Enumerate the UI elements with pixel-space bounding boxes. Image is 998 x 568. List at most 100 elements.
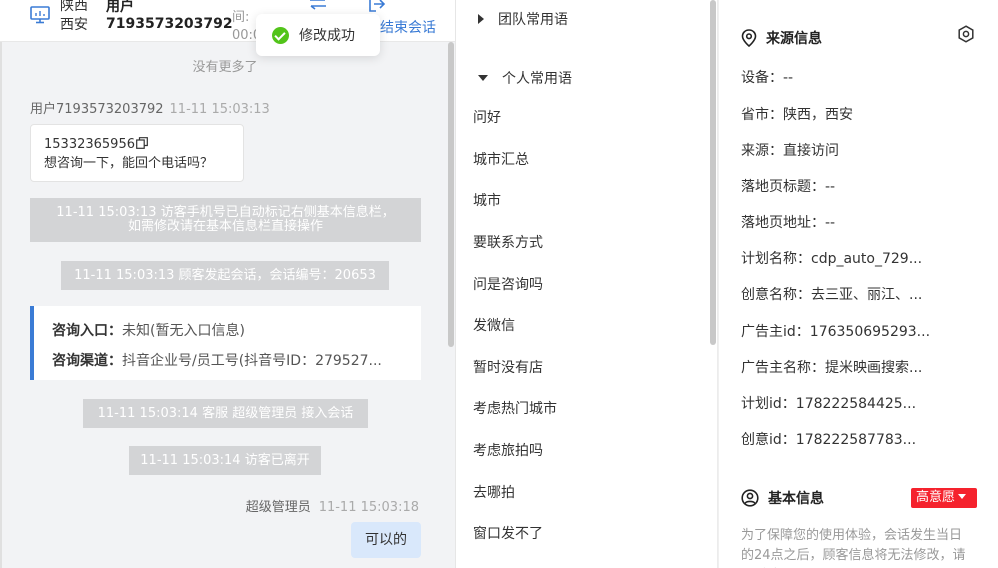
incoming-message-bubble: 15332365956 想咨询一下，能回个电话吗？ [30, 124, 244, 182]
caret-down-icon [958, 494, 967, 499]
user-circle-icon [741, 489, 759, 507]
phrase-item[interactable]: 考虑旅拍吗 [473, 442, 543, 460]
app-root: 陕西 西安 用户 7193573203792 间: 00:0 结束会话 修改成功 [0, 0, 998, 568]
system-message-line: 11-11 15:03:13 访客手机号已自动标记右侧基本信息栏， [56, 205, 395, 220]
visitor-location: 陕西 西安 [60, 0, 88, 35]
consult-channel-row: 咨询渠道：抖音企业号/员工号(抖音号ID：279527... [52, 346, 421, 376]
field-label: 广告主名称： [741, 360, 825, 376]
field-creative-name: 创意名称：去三亚、丽江、... [741, 286, 922, 304]
field-value: 陕西，西安 [783, 107, 853, 123]
group-personal-phrases[interactable]: 个人常用语 [478, 68, 572, 88]
end-session-button[interactable]: 结束会话 [380, 19, 436, 37]
field-label: 广告主id： [741, 324, 810, 340]
phrase-item[interactable]: 窗口发不了 [473, 525, 543, 543]
consult-entry-value: 未知(暂无入口信息) [122, 323, 245, 339]
phrase-item[interactable]: 考虑热门城市 [473, 400, 557, 418]
field-value: 176350695293... [809, 324, 931, 340]
check-circle-icon [272, 26, 289, 44]
field-label: 来源： [741, 143, 783, 159]
chat-header: 陕西 西安 用户 7193573203792 间: 00:0 结束会话 [0, 0, 455, 42]
copy-icon[interactable] [136, 137, 148, 149]
chat-left-edge [0, 42, 2, 568]
field-value: cdp_auto_729... [811, 251, 923, 267]
field-plan-id: 计划id：178222584425... [741, 395, 916, 413]
location-province: 陕西 [60, 0, 88, 14]
end-session-icon[interactable] [368, 0, 386, 12]
visitor-name-line2: 7193573203792 [106, 16, 233, 32]
field-value: -- [825, 179, 836, 195]
field-label: 创意id： [741, 432, 796, 448]
outgoing-sender: 超级管理员 [245, 500, 311, 515]
edit-deadline-notice: 为了保障您的使用体验，会话发生当日的24点之后，顾客信息将无法修改，请及时填写 [741, 528, 966, 563]
quick-phrases-panel: 团队常用语 个人常用语 问好 城市汇总 城市 要联系方式 问是咨询吗 发微信 暂… [456, 0, 718, 568]
visitor-name-line1: 用户 [106, 0, 134, 15]
field-label: 落地页标题： [741, 179, 825, 195]
group-label: 团队常用语 [498, 12, 568, 28]
incoming-phone: 15332365956 [44, 137, 135, 152]
system-message-line: 如需修改请在基本信息栏直接操作 [127, 219, 323, 234]
phrase-item[interactable]: 去哪拍 [473, 484, 515, 502]
system-message: 11-11 15:03:13 访客手机号已自动标记右侧基本信息栏， 如需修改请在… [30, 198, 421, 242]
chat-scrollbar[interactable] [448, 42, 454, 347]
phrase-item[interactable]: 暂时没有店 [473, 359, 543, 377]
field-landing-url: 落地页地址：-- [741, 214, 835, 232]
monitor-icon [30, 6, 50, 24]
consult-entry-label: 咨询入口： [52, 323, 122, 339]
outgoing-message-meta: 超级管理员 11-11 15:03:18 [246, 496, 419, 515]
incoming-time: 11-11 15:03:13 [169, 102, 270, 117]
transfer-icon[interactable] [308, 0, 328, 10]
field-advertiser-id: 广告主id：176350695293... [741, 323, 930, 341]
consult-entry-card: 咨询入口：未知(暂无入口信息) 咨询渠道：抖音企业号/员工号(抖音号ID：279… [30, 306, 421, 380]
field-label: 创意名称： [741, 287, 811, 303]
field-label: 设备： [741, 70, 783, 86]
system-message: 11-11 15:03:14 访客已离开 [129, 446, 321, 475]
chat-panel: 陕西 西安 用户 7193573203792 间: 00:0 结束会话 修改成功 [0, 0, 456, 568]
field-device: 设备：-- [741, 69, 793, 87]
field-label: 计划id： [741, 396, 796, 412]
caret-right-icon [478, 14, 484, 24]
intent-level-dropdown[interactable]: 高意愿 [911, 488, 977, 508]
toast-text: 修改成功 [299, 28, 355, 44]
consult-entry-row: 咨询入口：未知(暂无入口信息) [52, 316, 421, 346]
incoming-text: 想咨询一下，能回个电话吗？ [44, 156, 214, 171]
field-advertiser-name: 广告主名称：提米映画搜索... [741, 359, 922, 377]
field-province-city: 省市：陕西，西安 [741, 106, 853, 124]
phrase-item[interactable]: 发微信 [473, 317, 515, 335]
visitor-info-panel: 来源信息 设备：-- 省市：陕西，西安 来源：直接访问 落地页标题：-- 落地页… [718, 0, 998, 568]
system-message: 11-11 15:03:14 客服 超级管理员 接入会话 [83, 399, 368, 428]
success-toast: 修改成功 [256, 14, 380, 56]
basic-info-header: 基本信息 [741, 488, 824, 508]
session-time-label: 间: [232, 10, 250, 25]
visitor-name: 用户 7193573203792 [106, 0, 233, 33]
consult-channel-value: 抖音企业号/员工号(抖音号ID：279527... [122, 353, 382, 369]
source-info-title: 来源信息 [766, 31, 822, 47]
no-more-history: 没有更多了 [192, 60, 258, 75]
field-creative-id: 创意id：178222587783... [741, 431, 916, 449]
phrase-item[interactable]: 城市 [473, 192, 501, 210]
phrase-item[interactable]: 要联系方式 [473, 234, 543, 252]
outgoing-message-bubble: 可以的 [351, 522, 421, 558]
system-message: 11-11 15:03:13 顾客发起会话，会话编号：20653 [61, 261, 389, 290]
location-pin-icon [741, 29, 757, 47]
phrase-item[interactable]: 问是咨询吗 [473, 276, 543, 294]
incoming-sender: 用户7193573203792 [30, 102, 164, 117]
field-value: 提米映画搜索... [825, 360, 923, 376]
intent-level-label: 高意愿 [916, 490, 956, 505]
settings-icon[interactable] [957, 25, 975, 43]
phrase-item[interactable]: 城市汇总 [473, 151, 529, 169]
field-value: 178222587783... [795, 432, 917, 448]
field-plan-name: 计划名称：cdp_auto_729... [741, 250, 922, 268]
field-value: -- [825, 215, 836, 231]
incoming-message-meta: 用户7193573203792 11-11 15:03:13 [30, 98, 270, 117]
field-label: 计划名称： [741, 251, 811, 267]
outgoing-time: 11-11 15:03:18 [318, 500, 419, 515]
field-value: 直接访问 [783, 143, 839, 159]
phrases-scrollbar[interactable] [710, 0, 716, 345]
location-city: 西安 [60, 17, 88, 33]
field-value: 178222584425... [795, 396, 917, 412]
field-label: 落地页地址： [741, 215, 825, 231]
phrase-item[interactable]: 问好 [473, 109, 501, 127]
field-value: -- [783, 70, 794, 86]
group-label: 个人常用语 [502, 71, 572, 87]
group-team-phrases[interactable]: 团队常用语 [478, 9, 568, 29]
